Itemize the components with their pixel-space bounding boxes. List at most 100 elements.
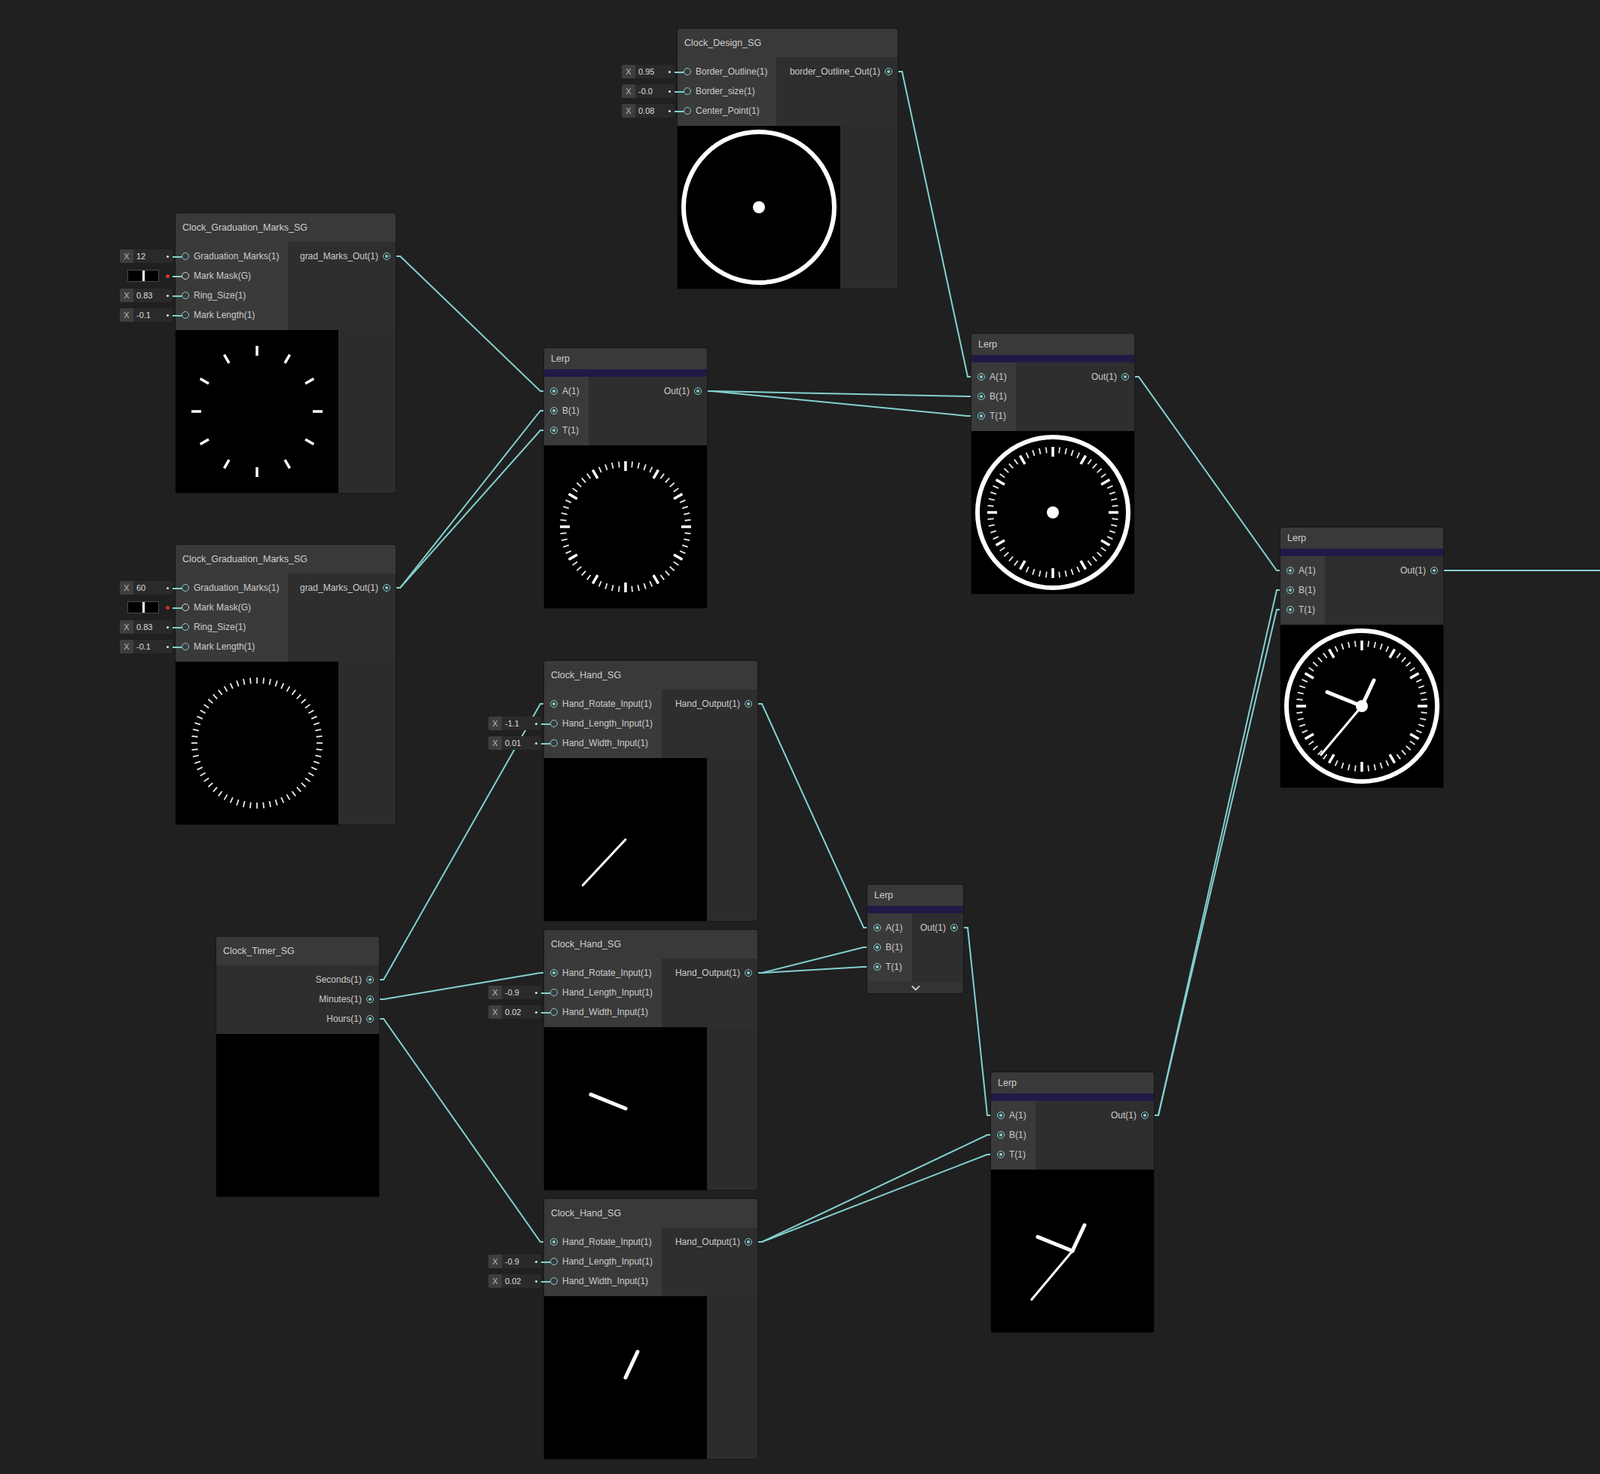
wire[interactable] [697,391,982,417]
field-value[interactable]: 0.95 [635,64,664,79]
output-port[interactable] [884,67,893,76]
input-port[interactable] [550,1277,558,1285]
output-port[interactable] [950,923,958,932]
value-field[interactable]: X0.02 [488,1005,542,1019]
node-header[interactable]: Clock_Hand_SG [544,660,758,690]
input-port[interactable] [181,311,190,319]
graph-node[interactable]: Clock_Hand_SGHand_Rotate_Input(1)X-1.1Ha… [544,660,758,921]
field-value[interactable]: -0.9 [501,985,531,1000]
input-port[interactable] [977,412,986,420]
input-port[interactable] [1286,566,1295,575]
graph-node[interactable]: Clock_Hand_SGHand_Rotate_Input(1)X-0.9Ha… [544,1199,758,1460]
node-header[interactable]: Lerp [544,348,707,370]
input-port[interactable] [550,406,558,415]
value-field[interactable]: X-1.1 [488,716,542,731]
value-field[interactable]: X-0.0 [621,84,675,98]
input-port[interactable] [550,700,558,708]
output-port[interactable] [744,969,753,977]
graph-canvas[interactable]: Clock_Design_SGX0.95Border_Outline(1)X-0… [0,0,1600,1474]
field-value[interactable]: 12 [133,249,163,264]
input-port[interactable] [873,943,882,952]
wire[interactable] [697,391,982,397]
output-port[interactable] [694,387,702,395]
input-port[interactable] [550,1008,558,1016]
node-header[interactable]: Clock_Hand_SG [544,930,758,959]
wire[interactable] [1434,569,1600,572]
input-port[interactable] [997,1131,1005,1139]
graph-node[interactable]: Clock_Hand_SGHand_Rotate_Input(1)X-0.9Ha… [544,930,758,1191]
mask-swatch[interactable] [128,602,159,613]
field-value[interactable]: -0.9 [501,1254,531,1269]
input-port[interactable] [181,291,190,300]
field-value[interactable]: 0.83 [133,288,163,303]
input-port[interactable] [550,387,558,395]
field-value[interactable]: 60 [133,581,163,595]
input-port[interactable] [181,252,190,261]
node-header[interactable]: Lerp [971,333,1135,355]
node-header[interactable]: Clock_Hand_SG [544,1199,758,1228]
wire[interactable] [888,71,982,377]
field-value[interactable]: 0.02 [501,1274,531,1288]
input-port[interactable] [550,1238,558,1246]
input-port[interactable] [997,1111,1005,1120]
chevron-down-icon[interactable] [911,985,921,992]
value-field[interactable]: X-0.1 [119,308,173,322]
mask-swatch[interactable] [128,270,159,282]
field-value[interactable]: 0.01 [501,736,531,750]
input-port[interactable] [550,969,558,977]
value-field[interactable]: X0.08 [621,104,675,118]
node-header[interactable]: Clock_Graduation_Marks_SG [175,213,396,242]
input-port[interactable] [977,392,986,401]
graph-node[interactable]: LerpA(1)B(1)T(1)Out(1) [1280,527,1444,788]
input-port[interactable] [550,739,558,747]
value-field[interactable]: X60 [119,581,173,595]
wire[interactable] [370,703,554,980]
expand-toggle[interactable] [867,982,964,994]
field-value[interactable]: -0.1 [133,639,163,654]
wire[interactable] [1125,376,1291,571]
field-value[interactable]: -0.1 [133,308,163,322]
wire[interactable] [370,1018,554,1243]
output-port[interactable] [366,975,374,984]
value-field[interactable]: X-0.9 [488,985,542,1000]
value-field[interactable]: X-0.1 [119,639,173,654]
value-field[interactable]: X0.83 [119,620,173,634]
input-port[interactable] [550,1257,558,1266]
input-port[interactable] [1286,605,1295,614]
input-port[interactable] [683,67,692,76]
value-field[interactable]: X0.83 [119,288,173,303]
input-port[interactable] [873,963,882,971]
input-port[interactable] [997,1150,1005,1159]
output-port[interactable] [1121,373,1129,381]
node-header[interactable]: Clock_Graduation_Marks_SG [175,544,396,574]
field-value[interactable]: -0.0 [635,84,664,98]
input-port[interactable] [683,107,692,115]
value-field[interactable]: X12 [119,249,173,264]
wire[interactable] [748,966,878,973]
graph-node[interactable]: LerpA(1)B(1)T(1)Out(1) [971,333,1135,594]
input-port[interactable] [550,719,558,728]
input-port[interactable] [977,373,986,381]
value-field[interactable]: X0.95 [621,64,675,79]
graph-node[interactable]: LerpA(1)B(1)T(1)Out(1) [991,1072,1154,1333]
wire[interactable] [370,972,554,1000]
output-port[interactable] [744,700,753,708]
wire[interactable] [748,1134,1001,1243]
graph-node[interactable]: Clock_Graduation_Marks_SGX60Graduation_M… [175,544,396,825]
wire[interactable] [386,256,554,392]
field-value[interactable]: 0.02 [501,1005,531,1019]
mask-field[interactable] [128,269,173,283]
wire[interactable] [748,703,878,928]
mask-field[interactable] [128,600,173,615]
wire[interactable] [748,1154,1001,1243]
wire[interactable] [386,410,554,588]
input-port[interactable] [181,642,190,651]
input-port[interactable] [181,272,190,280]
input-port[interactable] [181,623,190,631]
output-port[interactable] [366,1015,374,1023]
wire[interactable] [386,430,554,588]
input-port[interactable] [550,426,558,435]
node-header[interactable]: Clock_Timer_SG [216,936,380,966]
output-port[interactable] [382,584,391,592]
output-port[interactable] [1141,1111,1149,1120]
